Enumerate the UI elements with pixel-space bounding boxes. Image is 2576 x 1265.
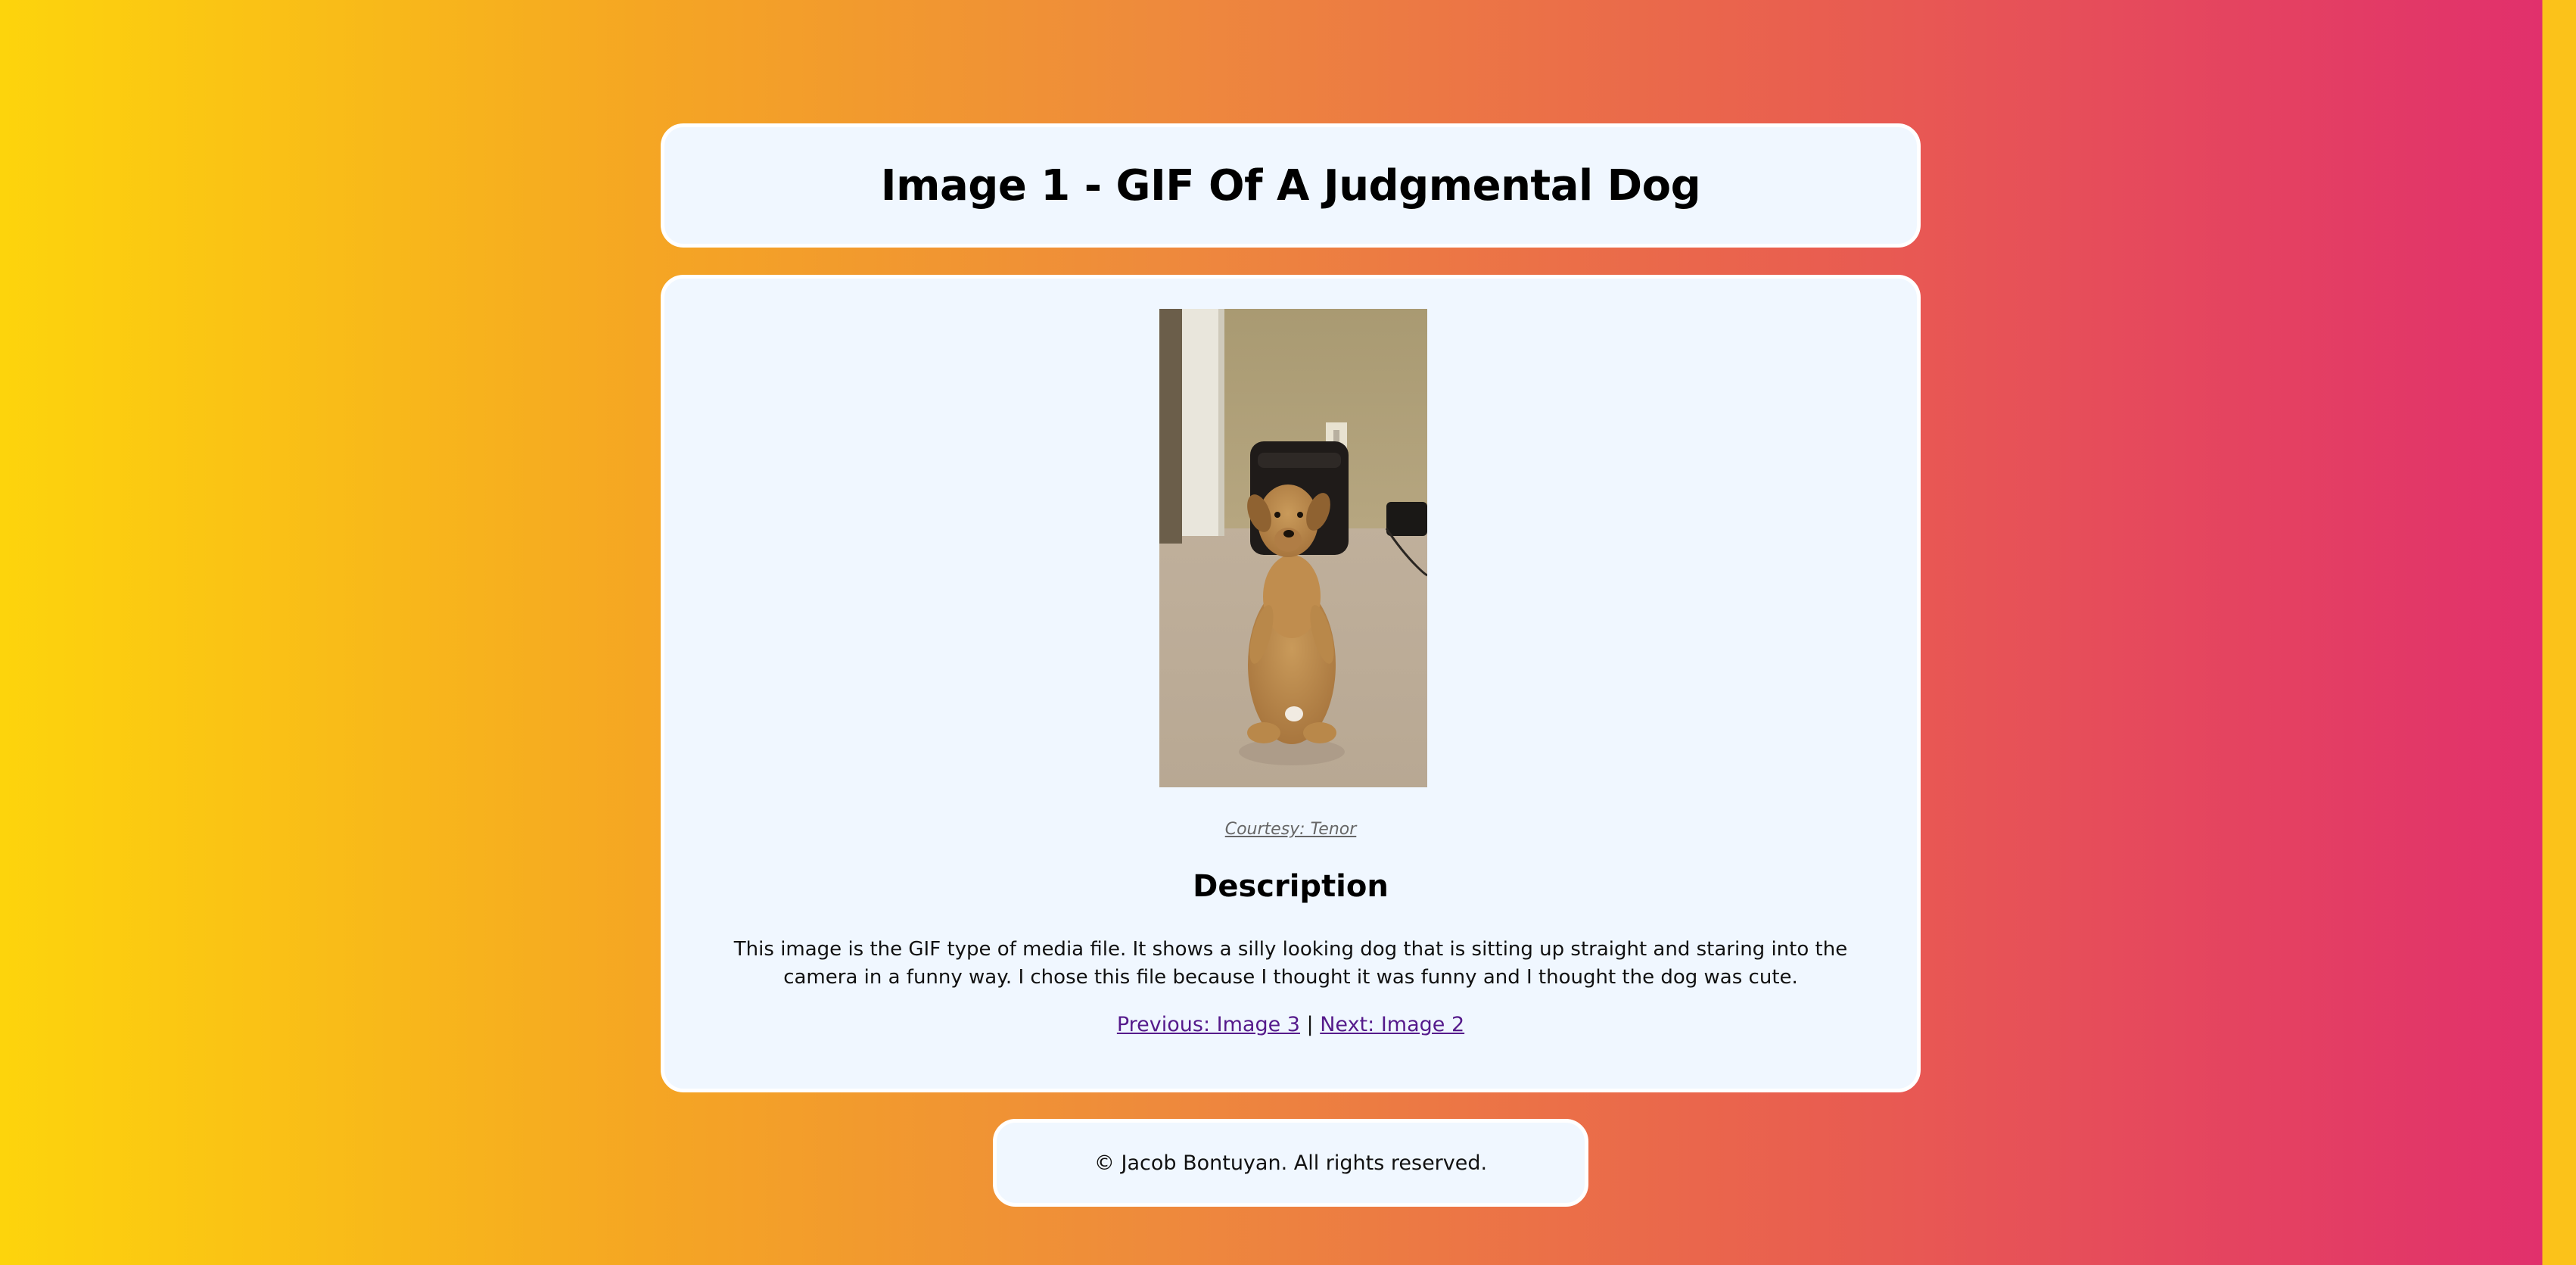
nav-separator: | — [1299, 1013, 1321, 1036]
page-footer: © Jacob Bontuyan. All rights reserved. — [993, 1119, 1588, 1207]
next-image-link[interactable]: Next: Image 2 — [1320, 1013, 1464, 1036]
copyright-text: © Jacob Bontuyan. All rights reserved. — [1094, 1151, 1488, 1175]
dog-gif-image — [1159, 309, 1427, 787]
description-heading: Description — [1193, 869, 1389, 904]
image-credit: Courtesy: Tenor — [664, 820, 1917, 839]
previous-image-link[interactable]: Previous: Image 3 — [1117, 1013, 1300, 1036]
page-header: Image 1 - GIF Of A Judgmental Dog — [661, 123, 1921, 248]
description-text: This image is the GIF type of media file… — [733, 938, 1848, 989]
image-navigation: Previous: Image 3 | Next: Image 2 — [664, 1013, 1917, 1036]
page-title: Image 1 - GIF Of A Judgmental Dog — [880, 160, 1701, 210]
main-content: Courtesy: Tenor Description This image i… — [661, 275, 1921, 1092]
credit-link[interactable]: Courtesy: Tenor — [1225, 820, 1357, 839]
